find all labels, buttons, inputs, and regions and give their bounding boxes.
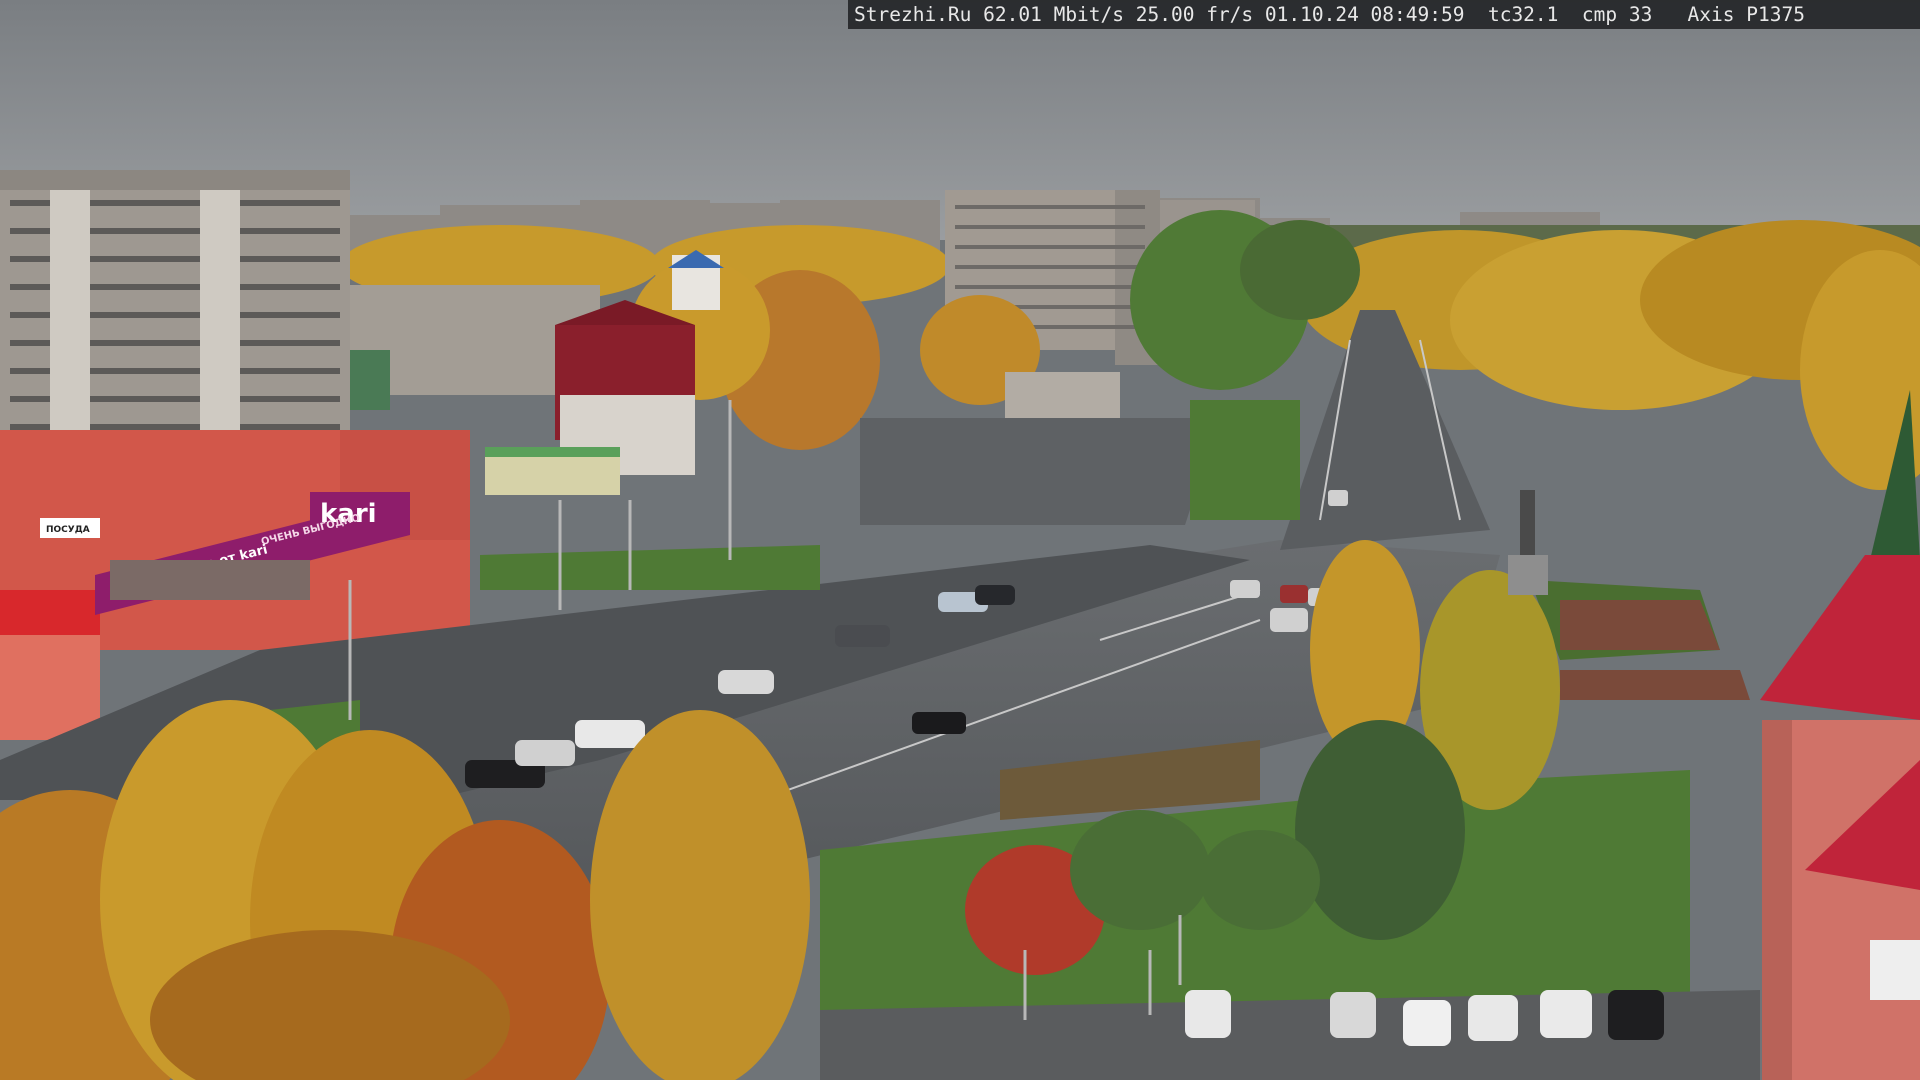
- plaza: [860, 418, 1220, 525]
- monument: [1508, 490, 1548, 595]
- webcam-frame: kari счастье от kari ОЧЕНЬ ВЫГОДНО ПОСУД…: [0, 0, 1920, 1080]
- right-red-roof-building: [1760, 555, 1920, 1080]
- flower-beds: [1560, 600, 1750, 700]
- city-street-scene: kari счастье от kari ОЧЕНЬ ВЫГОДНО ПОСУД…: [0, 0, 1920, 1080]
- small-gray-building: [1005, 372, 1120, 420]
- shop-sign-left: ПОСУДА: [46, 525, 90, 535]
- camera-overlay-text: Strezhi.Ru 62.01 Mbit/s 25.00 fr/s 01.10…: [848, 0, 1920, 29]
